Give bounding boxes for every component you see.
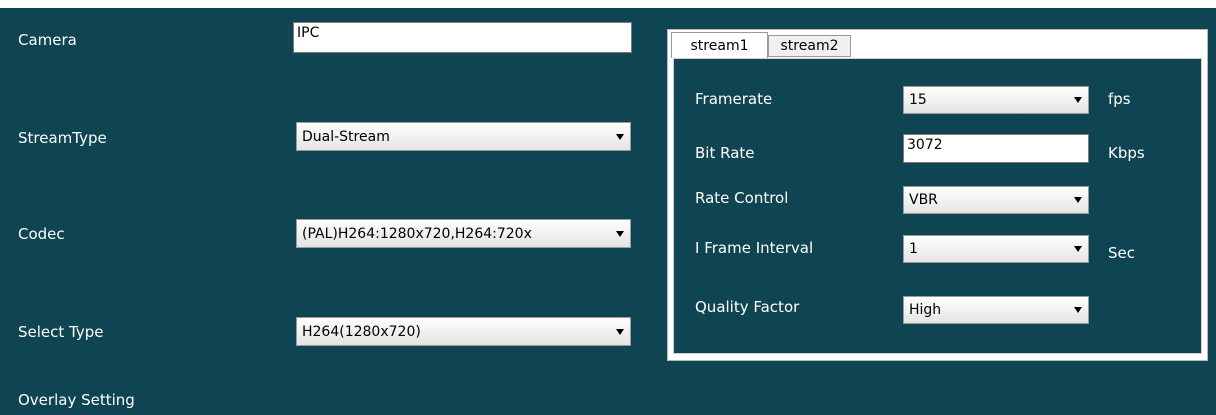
iframe-interval-value: 1 xyxy=(909,241,918,257)
tab-stream1[interactable]: stream1 xyxy=(671,32,768,58)
chevron-down-icon[interactable] xyxy=(1074,246,1082,252)
codec-value: (PAL)H264:1280x720,H264:720x xyxy=(302,225,532,242)
quality-factor-label: Quality Factor xyxy=(695,298,800,316)
bitrate-unit: Kbps xyxy=(1108,144,1145,162)
codec-select[interactable]: (PAL)H264:1280x720,H264:720x xyxy=(296,219,631,248)
iframe-interval-unit: Sec xyxy=(1108,244,1135,262)
chevron-down-icon[interactable] xyxy=(616,230,624,237)
ratecontrol-select[interactable]: VBR xyxy=(903,186,1089,214)
framerate-label: Framerate xyxy=(695,90,773,108)
quality-factor-value: High xyxy=(909,302,942,318)
chevron-down-icon[interactable] xyxy=(1074,97,1082,103)
selecttype-label: Select Type xyxy=(18,323,104,341)
chevron-down-icon[interactable] xyxy=(616,133,624,140)
streamtype-select[interactable]: Dual-Stream xyxy=(296,122,631,151)
chevron-down-icon[interactable] xyxy=(1074,307,1082,313)
settings-panel: Camera IPC StreamType Dual-Stream Codec … xyxy=(0,8,1216,415)
chevron-down-icon[interactable] xyxy=(1074,197,1082,203)
selecttype-value: H264(1280x720) xyxy=(302,323,421,340)
framerate-unit: fps xyxy=(1108,90,1131,108)
selecttype-select[interactable]: H264(1280x720) xyxy=(296,317,631,346)
bitrate-label: Bit Rate xyxy=(695,144,755,162)
ratecontrol-label: Rate Control xyxy=(695,189,789,207)
codec-label: Codec xyxy=(18,225,65,243)
streamtype-label: StreamType xyxy=(18,129,107,147)
chevron-down-icon[interactable] xyxy=(616,328,624,335)
bitrate-input[interactable]: 3072 xyxy=(903,134,1089,163)
stream-settings-content: Framerate 15 fps Bit Rate 3072 Kbps Rate… xyxy=(673,58,1202,354)
framerate-select[interactable]: 15 xyxy=(903,86,1089,114)
camera-label: Camera xyxy=(18,31,77,49)
streamtype-value: Dual-Stream xyxy=(302,128,390,145)
overlay-setting-label: Overlay Setting xyxy=(18,391,135,409)
quality-factor-select[interactable]: High xyxy=(903,296,1089,324)
camera-name-input[interactable]: IPC xyxy=(293,22,632,53)
ratecontrol-value: VBR xyxy=(909,192,938,208)
tab-stream2[interactable]: stream2 xyxy=(768,35,851,57)
stream-tab-box: stream1 stream2 Framerate 15 fps Bit Rat… xyxy=(667,29,1208,361)
framerate-value: 15 xyxy=(909,92,927,108)
iframe-interval-select[interactable]: 1 xyxy=(903,235,1089,263)
iframe-interval-label: I Frame Interval xyxy=(695,239,814,257)
